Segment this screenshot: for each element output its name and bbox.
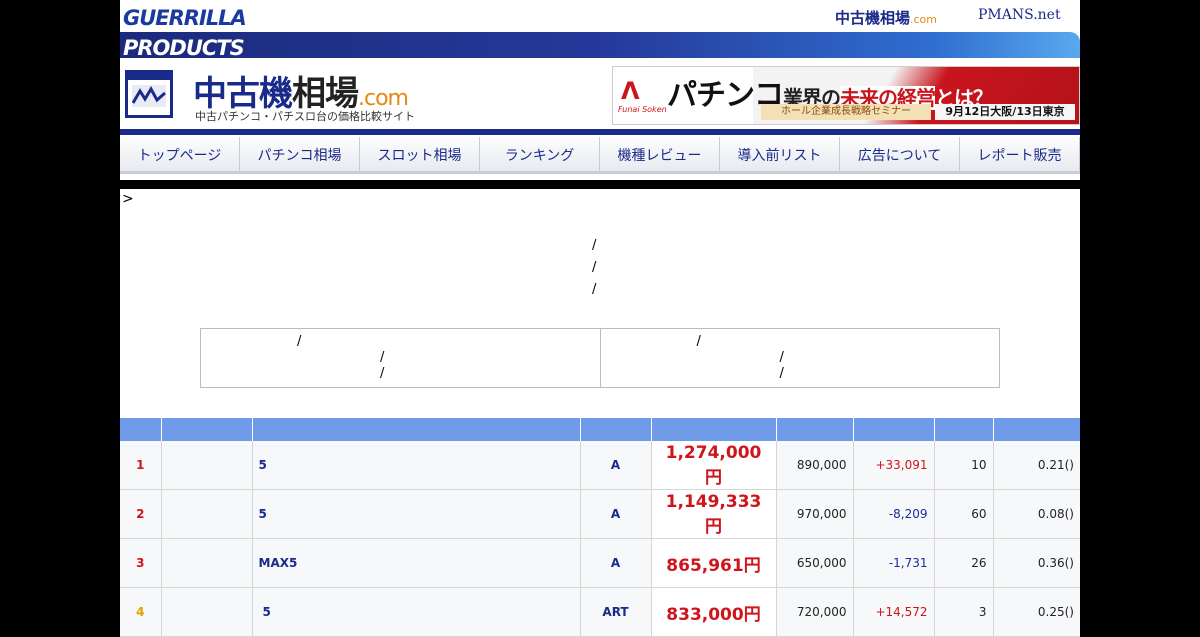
table-row[interactable]: 2 5 A 1,149,333円 970,000 -8,209 60 0.08(… bbox=[120, 489, 1080, 539]
top-link-chukoki-souba[interactable]: 中古機相場.com bbox=[835, 7, 937, 28]
machine-name-link[interactable]: MAX5 bbox=[252, 538, 581, 588]
brand-line-2: PRODUCTS bbox=[123, 36, 245, 60]
col-header-ratio bbox=[993, 418, 1080, 441]
nav-item-pachinko[interactable]: パチンコ相場 bbox=[240, 137, 360, 173]
type-cell: A bbox=[580, 489, 652, 539]
site-subtitle: 中古パチンコ・パチスロ台の価格比較サイト bbox=[195, 110, 415, 123]
rank-cell: 3 bbox=[120, 538, 162, 588]
type-cell: ART bbox=[580, 587, 652, 637]
ratio-cell: 0.25() bbox=[993, 587, 1080, 637]
table-row[interactable]: 1 5 A 1,274,000円 890,000 +33,091 10 0.21… bbox=[120, 441, 1080, 490]
price-cell: 1,149,333円 bbox=[651, 489, 777, 539]
info-box-right: / / / bbox=[601, 329, 1000, 387]
count-cell: 3 bbox=[934, 587, 994, 637]
ratio-cell: 0.08() bbox=[993, 489, 1080, 539]
info-separator: / bbox=[696, 334, 701, 349]
col-header-rank bbox=[120, 418, 162, 441]
breadcrumb: > bbox=[122, 191, 134, 207]
main-nav: トップページ パチンコ相場 スロット相場 ランキング 機種レビュー 導入前リスト… bbox=[120, 136, 1080, 180]
ranking-table: 1 5 A 1,274,000円 890,000 +33,091 10 0.21… bbox=[120, 418, 1080, 637]
price-cell: 833,000円 bbox=[651, 587, 777, 637]
nav-item-top[interactable]: トップページ bbox=[120, 137, 240, 173]
base-price-cell: 970,000 bbox=[776, 489, 854, 539]
info-separator: / bbox=[380, 366, 385, 381]
count-cell: 60 bbox=[934, 489, 994, 539]
page-wrapper: GUERRILLA PRODUCTS 中古機相場.com PMANS.net 中… bbox=[120, 0, 1080, 637]
ad-date-label: 9月12日大阪/13日東京 bbox=[935, 104, 1075, 120]
info-separator: / bbox=[592, 282, 597, 297]
count-cell: 10 bbox=[934, 441, 994, 490]
table-row[interactable]: 4 5 ART 833,000円 720,000 +14,572 3 0.25(… bbox=[120, 587, 1080, 637]
info-separator: / bbox=[592, 238, 597, 253]
nav-top-rule bbox=[120, 128, 1080, 136]
info-box-left: / / / bbox=[201, 329, 601, 387]
price-cell: 1,274,000円 bbox=[651, 441, 777, 490]
nav-item-pre-list[interactable]: 導入前リスト bbox=[720, 137, 840, 173]
base-price-cell: 890,000 bbox=[776, 441, 854, 490]
machine-name-link[interactable]: 5 bbox=[252, 587, 581, 637]
image-cell bbox=[161, 441, 253, 490]
ratio-cell: 0.21() bbox=[993, 441, 1080, 490]
zigzag-chart-icon bbox=[132, 85, 166, 107]
chart-window-icon[interactable] bbox=[125, 70, 173, 118]
machine-name-link[interactable]: 5 bbox=[252, 441, 581, 490]
col-header-base bbox=[776, 418, 854, 441]
window-titlebar bbox=[128, 73, 170, 80]
image-cell bbox=[161, 587, 253, 637]
count-cell: 26 bbox=[934, 538, 994, 588]
diff-cell: -8,209 bbox=[853, 489, 935, 539]
nav-item-ranking[interactable]: ランキング bbox=[480, 137, 600, 173]
base-price-cell: 720,000 bbox=[776, 587, 854, 637]
base-price-cell: 650,000 bbox=[776, 538, 854, 588]
funai-logo-icon: ᐱ bbox=[621, 77, 640, 105]
image-cell bbox=[161, 538, 253, 588]
rank-cell: 4 bbox=[120, 587, 162, 637]
col-header-type bbox=[580, 418, 652, 441]
type-cell: A bbox=[580, 538, 652, 588]
nav-item-advertising[interactable]: 広告について bbox=[840, 137, 960, 173]
seminar-ad-banner[interactable]: ᐱ Funai Soken パチンコ業界の未来の経営とは？ ホール企業成長戦略セ… bbox=[612, 66, 1080, 125]
info-separator: / bbox=[380, 350, 385, 365]
col-header-diff bbox=[853, 418, 935, 441]
nav-item-slot[interactable]: スロット相場 bbox=[360, 137, 480, 173]
rank-cell: 2 bbox=[120, 489, 162, 539]
nav-item-report[interactable]: レポート販売 bbox=[960, 137, 1080, 173]
info-separator: / bbox=[779, 366, 784, 381]
nav-item-review[interactable]: 機種レビュー bbox=[600, 137, 720, 173]
nav-shadow bbox=[120, 171, 1080, 174]
info-box: / / / / / / bbox=[200, 328, 1000, 388]
info-separator: / bbox=[592, 260, 597, 275]
top-link-1-suffix: .com bbox=[910, 13, 938, 26]
image-cell bbox=[161, 489, 253, 539]
header-blue-band bbox=[120, 32, 1080, 58]
machine-name-link[interactable]: 5 bbox=[252, 489, 581, 539]
main-content: > / / / / / / / / / 1 5 A 1,274,000円 890… bbox=[120, 189, 1080, 637]
diff-cell: +14,572 bbox=[853, 587, 935, 637]
top-link-pmans[interactable]: PMANS.net bbox=[978, 7, 1061, 23]
ad-seminar-label: ホール企業成長戦略セミナー bbox=[761, 104, 931, 120]
top-link-1-text: 中古機相場 bbox=[835, 9, 911, 27]
ratio-cell: 0.36() bbox=[993, 538, 1080, 588]
diff-cell: -1,731 bbox=[853, 538, 935, 588]
diff-cell: +33,091 bbox=[853, 441, 935, 490]
rank-cell: 1 bbox=[120, 441, 162, 490]
table-header-row bbox=[120, 418, 1080, 441]
info-separator: / bbox=[297, 334, 302, 349]
price-cell: 865,961円 bbox=[651, 538, 777, 588]
col-header-image bbox=[161, 418, 253, 441]
col-header-price bbox=[651, 418, 777, 441]
top-bar: GUERRILLA PRODUCTS 中古機相場.com PMANS.net bbox=[120, 0, 1080, 60]
info-separator: / bbox=[779, 350, 784, 365]
table-row[interactable]: 3 MAX5 A 865,961円 650,000 -1,731 26 0.36… bbox=[120, 538, 1080, 588]
guerrilla-products-logo[interactable]: GUERRILLA PRODUCTS bbox=[120, 4, 247, 60]
col-header-name bbox=[252, 418, 581, 441]
ad-logo-text: Funai Soken bbox=[618, 105, 667, 114]
type-cell: A bbox=[580, 441, 652, 490]
banner-row: 中古機相場.com 中古パチンコ・パチスロ台の価格比較サイト ᐱ Funai S… bbox=[120, 60, 1080, 128]
brand-line-1: GUERRILLA bbox=[123, 6, 247, 30]
col-header-count bbox=[934, 418, 994, 441]
